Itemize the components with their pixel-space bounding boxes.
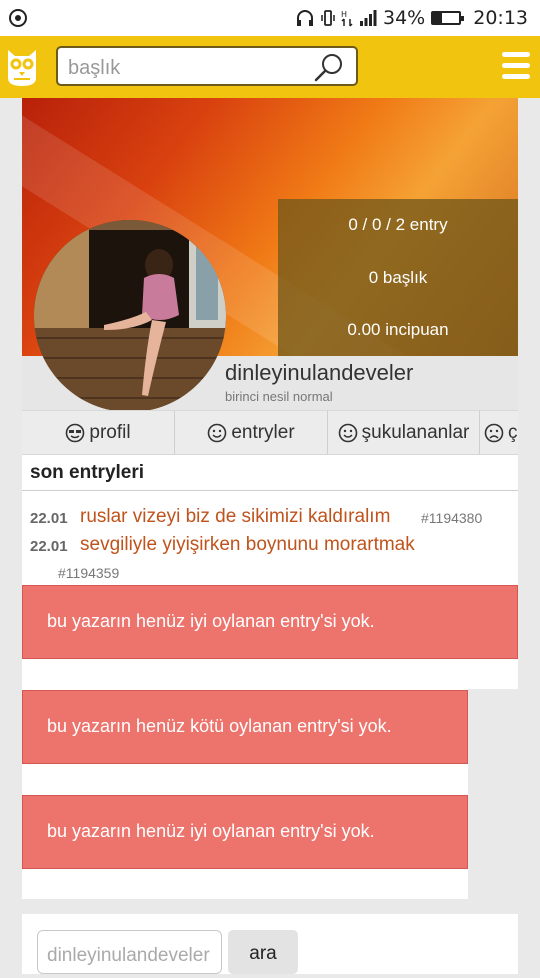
avatar-photo xyxy=(34,220,226,412)
entry-date: 22.01 xyxy=(30,538,68,555)
profile-panel: 0 / 0 / 2 entry 0 başlık 0.00 incipuan d… xyxy=(22,98,518,689)
battery-percent: 34% xyxy=(383,7,426,29)
user-search-bar: dinleyinulandeveler ara xyxy=(22,914,518,974)
signal-icon xyxy=(360,10,377,26)
tab-cuku[interactable]: ç xyxy=(480,411,518,454)
entry-id[interactable]: #1194380 xyxy=(421,510,482,526)
entry-count[interactable]: 0 / 0 / 2 entry xyxy=(278,215,518,235)
search-box[interactable]: başlık xyxy=(56,46,358,86)
user-level: birinci nesil normal xyxy=(225,389,333,404)
alert-text: bu yazarın henüz iyi oylanan entry'si yo… xyxy=(47,821,375,841)
entry-link[interactable]: sevgiliyle yiyişirken boynunu morartmak xyxy=(80,534,415,556)
tab-label: ç xyxy=(508,422,518,443)
battery-icon xyxy=(431,11,465,25)
user-search-input[interactable]: dinleyinulandeveler xyxy=(37,930,222,974)
app-header: başlık xyxy=(0,36,540,98)
avatar[interactable] xyxy=(34,220,226,412)
title-count[interactable]: 0 başlık xyxy=(278,268,518,288)
tab-label: şukulananlar xyxy=(361,422,470,443)
search-input[interactable]: başlık xyxy=(68,57,120,80)
tab-sukulananlar[interactable]: şukulananlar xyxy=(328,411,480,454)
clock: 20:13 xyxy=(473,7,528,29)
hamburger-menu-icon[interactable] xyxy=(502,52,530,82)
section-title: son entryleri xyxy=(30,462,145,483)
stats-box: 0 / 0 / 2 entry 0 başlık 0.00 incipuan xyxy=(278,199,518,356)
points: 0.00 incipuan xyxy=(347,320,449,339)
entry-date: 22.01 xyxy=(30,510,68,527)
entry-id[interactable]: #1194359 xyxy=(58,565,119,581)
no-bad-entries-alert: bu yazarın henüz kötü oylanan entry'si y… xyxy=(22,690,468,764)
no-good-entries-alert: bu yazarın henüz iyi oylanan entry'si yo… xyxy=(22,795,468,869)
svg-text:H: H xyxy=(341,10,347,19)
divider xyxy=(22,490,518,491)
no-good-entries-alert: bu yazarın henüz iyi oylanan entry'si yo… xyxy=(22,585,518,659)
search-icon[interactable] xyxy=(314,52,344,82)
tab-label: entryler xyxy=(231,422,295,443)
headphones-icon xyxy=(297,10,313,26)
owl-logo-icon[interactable] xyxy=(5,46,39,88)
tab-entryler[interactable]: entryler xyxy=(175,411,328,454)
alert-text: bu yazarın henüz iyi oylanan entry'si yo… xyxy=(47,611,375,631)
sad-face-icon xyxy=(484,423,504,443)
tab-label: profil xyxy=(89,422,131,443)
search-button[interactable]: ara xyxy=(228,930,298,974)
alert-text: bu yazarın henüz kötü oylanan entry'si y… xyxy=(47,716,392,736)
network-type-icon: H xyxy=(341,10,353,27)
camera-notification-icon xyxy=(9,9,27,27)
smile-icon xyxy=(208,423,227,443)
username: dinleyinulandeveler xyxy=(225,360,414,385)
votes-card: bu yazarın henüz kötü oylanan entry'si y… xyxy=(22,689,468,899)
vibrate-icon xyxy=(321,10,335,26)
status-bar: H 34% 20:13 xyxy=(0,0,540,36)
entry-link[interactable]: ruslar vizeyi biz de sikimizi kaldıralım xyxy=(80,506,390,528)
smile-icon xyxy=(338,423,357,443)
profile-tabs: profil entryler şukulananlar ç xyxy=(22,410,518,455)
cool-face-icon xyxy=(66,423,85,443)
tab-profil[interactable]: profil xyxy=(22,411,175,454)
